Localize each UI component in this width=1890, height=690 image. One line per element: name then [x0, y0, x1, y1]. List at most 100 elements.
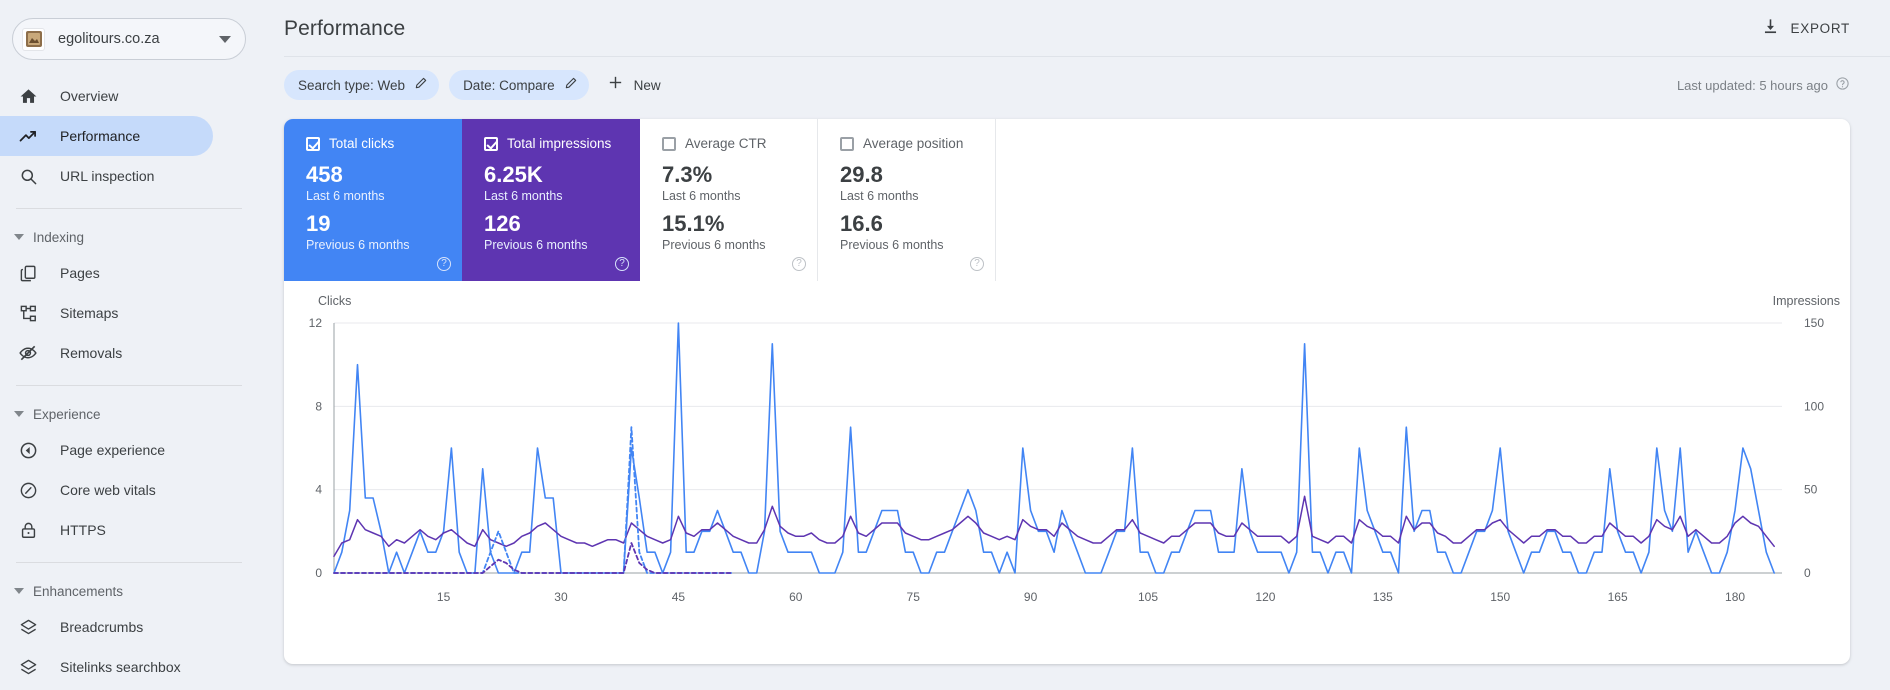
- sidebar-item-performance[interactable]: Performance: [0, 116, 213, 156]
- lock-icon: [17, 519, 39, 541]
- trending-up-icon: [17, 125, 39, 147]
- sidebar-item-label: Removals: [60, 345, 123, 361]
- svg-text:150: 150: [1490, 590, 1510, 604]
- metric-current-row: 29.8 Last 6 months: [840, 163, 979, 203]
- metric-title: Total impressions: [507, 136, 612, 151]
- help-circle-icon[interactable]: ?: [615, 257, 629, 271]
- svg-text:Clicks: Clicks: [318, 294, 351, 308]
- sidebar-item-breadcrumbs[interactable]: Breadcrumbs: [0, 607, 213, 647]
- svg-text:8: 8: [315, 399, 322, 413]
- metric-card-total-impressions[interactable]: Total impressions 6.25K Last 6 months 12…: [462, 119, 640, 281]
- sidebar-item-label: Sitemaps: [60, 305, 119, 321]
- svg-text:4: 4: [315, 483, 322, 497]
- sidebar-item-page-experience[interactable]: Page experience: [0, 430, 213, 470]
- pencil-icon[interactable]: [414, 76, 428, 95]
- metric-current: 6.25K Last 6 months: [484, 163, 563, 203]
- sidebar-item-overview[interactable]: Overview: [0, 76, 213, 116]
- sidebar-item-removals[interactable]: Removals: [0, 333, 213, 373]
- svg-text:180: 180: [1725, 590, 1745, 604]
- chevron-down-icon[interactable]: [14, 234, 24, 240]
- metric-current: 29.8 Last 6 months: [840, 163, 919, 203]
- sidebar-item-label: Breadcrumbs: [60, 619, 144, 635]
- metric-card-average-ctr[interactable]: Average CTR 7.3% Last 6 months 15.1% Pre…: [640, 119, 818, 281]
- plus-icon: [607, 74, 624, 96]
- svg-text:0: 0: [1804, 566, 1811, 580]
- metric-title: Average position: [863, 136, 964, 151]
- layers-icon: [17, 616, 39, 638]
- sidebar: egolitours.co.za Overview Performance UR…: [0, 0, 258, 690]
- sidebar-group-indexing[interactable]: Indexing: [0, 221, 258, 253]
- sidebar-item-sitelinks-searchbox[interactable]: Sitelinks searchbox: [0, 647, 213, 687]
- svg-text:30: 30: [554, 590, 568, 604]
- group-title: Experience: [33, 406, 101, 422]
- sidebar-item-https[interactable]: HTTPS: [0, 510, 213, 550]
- sidebar-item-core-web-vitals[interactable]: Core web vitals: [0, 470, 213, 510]
- help-circle-icon[interactable]: ?: [437, 257, 451, 271]
- svg-text:100: 100: [1804, 399, 1824, 413]
- metric-title: Total clicks: [329, 136, 395, 151]
- svg-text:15: 15: [437, 590, 451, 604]
- metric-current-period: Last 6 months: [306, 189, 385, 204]
- last-updated: Last updated: 5 hours ago: [1677, 76, 1850, 94]
- metric-previous-period: Previous 6 months: [306, 238, 410, 253]
- metric-current-row: 458 Last 6 months: [306, 163, 446, 203]
- help-circle-icon[interactable]: ?: [970, 257, 984, 271]
- metric-header: Total impressions: [484, 136, 624, 151]
- svg-text:75: 75: [907, 590, 921, 604]
- pencil-icon[interactable]: [564, 76, 578, 95]
- sidebar-group-enhancements[interactable]: Enhancements: [0, 575, 258, 607]
- metric-checkbox[interactable]: [840, 136, 854, 151]
- sidebar-divider: [16, 562, 242, 563]
- new-filter-button[interactable]: New: [599, 70, 671, 100]
- metric-checkbox[interactable]: [484, 136, 498, 151]
- metric-header: Average position: [840, 136, 979, 151]
- metric-previous-value: 15.1%: [662, 211, 725, 237]
- metric-header: Total clicks: [306, 136, 446, 151]
- filter-bar: Search type: Web Date: Compare New Last …: [258, 57, 1890, 113]
- primary-nav: Overview Performance URL inspection Inde…: [0, 76, 258, 690]
- metric-previous: 126 Previous 6 months: [484, 212, 588, 252]
- chevron-down-icon[interactable]: [14, 588, 24, 594]
- sidebar-item-label: Overview: [60, 88, 119, 104]
- sidebar-item-sitemaps[interactable]: Sitemaps: [0, 293, 213, 333]
- filter-chip-search-type[interactable]: Search type: Web: [284, 70, 440, 100]
- metric-card-average-position[interactable]: Average position 29.8 Last 6 months 16.6…: [818, 119, 996, 281]
- sidebar-group-experience[interactable]: Experience: [0, 398, 258, 430]
- sidebar-item-label: Performance: [60, 128, 141, 144]
- svg-text:165: 165: [1608, 590, 1628, 604]
- metric-previous-row: 15.1% Previous 6 months: [662, 212, 801, 252]
- metric-current-row: 6.25K Last 6 months: [484, 163, 624, 203]
- metric-previous-row: 126 Previous 6 months: [484, 212, 624, 252]
- group-title: Indexing: [33, 229, 85, 245]
- top-bar: Performance EXPORT: [258, 0, 1890, 57]
- sidebar-item-pages[interactable]: Pages: [0, 253, 213, 293]
- site-favicon: [22, 27, 45, 51]
- metric-current-row: 7.3% Last 6 months: [662, 163, 801, 203]
- metrics-filler: [996, 119, 1850, 281]
- metric-checkbox[interactable]: [662, 136, 676, 151]
- sidebar-item-label: Pages: [60, 265, 100, 281]
- chevron-down-icon[interactable]: [14, 411, 24, 417]
- eye-off-icon: [17, 342, 39, 364]
- svg-text:0: 0: [315, 566, 322, 580]
- search-console-app: egolitours.co.za Overview Performance UR…: [0, 0, 1890, 690]
- new-filter-label: New: [633, 77, 661, 93]
- sidebar-item-label: URL inspection: [60, 168, 155, 184]
- svg-text:60: 60: [789, 590, 803, 604]
- svg-text:120: 120: [1255, 590, 1275, 604]
- svg-text:12: 12: [309, 316, 323, 330]
- sidebar-item-url-inspection[interactable]: URL inspection: [0, 156, 213, 196]
- metric-checkbox[interactable]: [306, 136, 320, 151]
- help-circle-icon[interactable]: ?: [792, 257, 806, 271]
- metric-previous-row: 19 Previous 6 months: [306, 212, 446, 252]
- page-title: Performance: [284, 16, 406, 40]
- metric-card-total-clicks[interactable]: Total clicks 458 Last 6 months 19 Previo…: [284, 119, 462, 281]
- metric-previous-row: 16.6 Previous 6 months: [840, 212, 979, 252]
- chevron-down-icon[interactable]: [219, 35, 231, 43]
- metric-previous-period: Previous 6 months: [662, 238, 766, 253]
- help-circle-icon[interactable]: [1835, 76, 1850, 94]
- export-button[interactable]: EXPORT: [1761, 17, 1850, 41]
- metric-current: 7.3% Last 6 months: [662, 163, 741, 203]
- property-selector[interactable]: egolitours.co.za: [12, 18, 246, 60]
- filter-chip-date[interactable]: Date: Compare: [449, 70, 589, 100]
